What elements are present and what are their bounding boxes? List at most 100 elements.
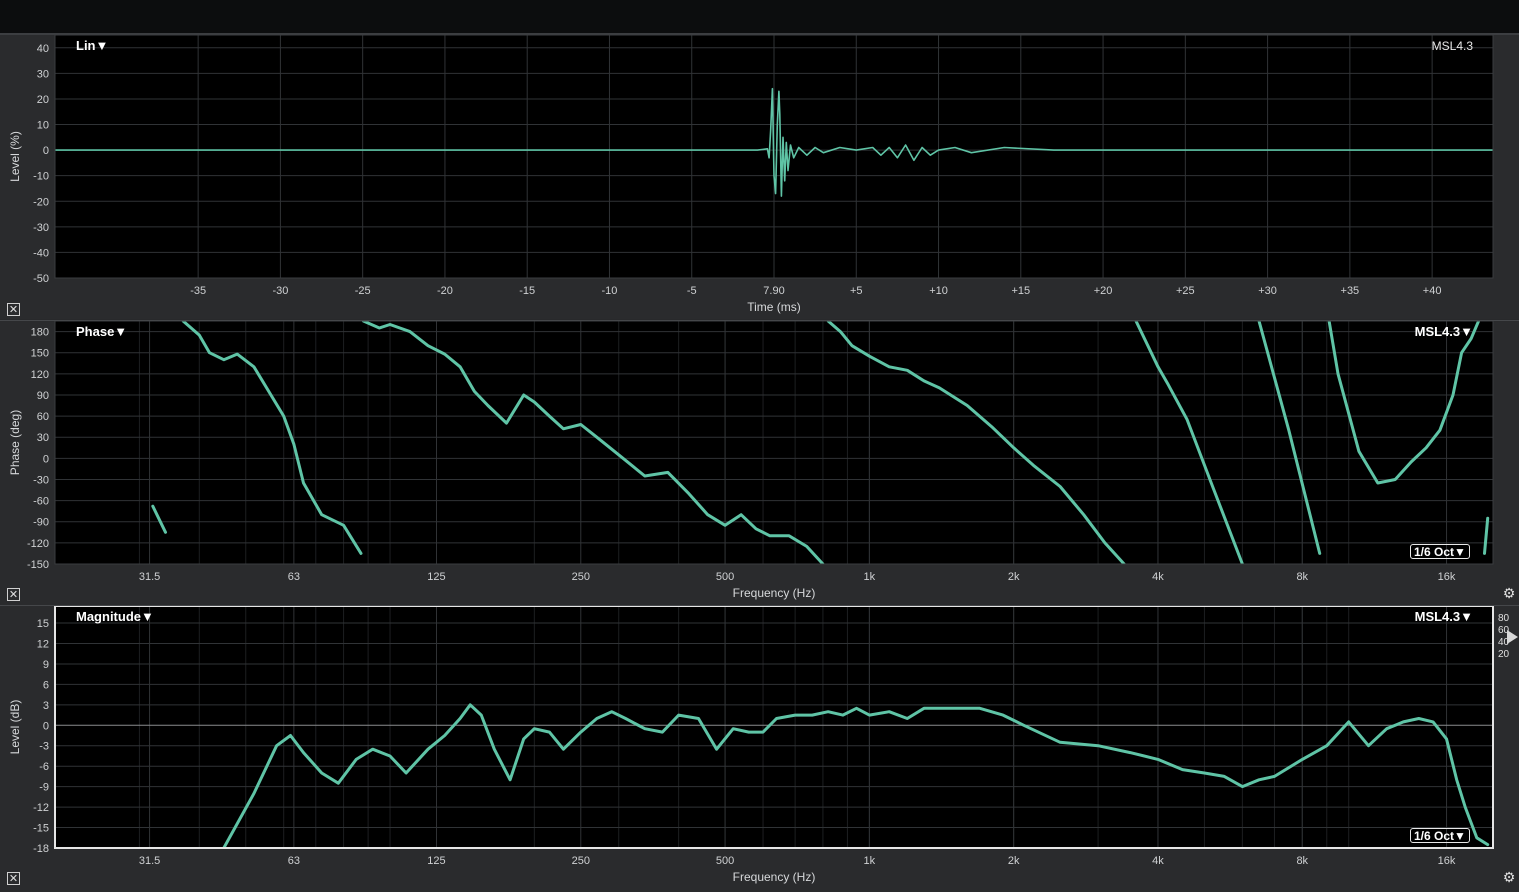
magnitude-chart[interactable]: 31.5 63 125 250 500 1k 2k 4k 8k 16k15129630-3-6-9…: [0, 606, 1519, 892]
impulse-response-chart[interactable]: -35 -30 -25 -20 -15 -10 -5 7.90 +5 +10 +15 +20 +25 +3…: [0, 35, 1519, 319]
y-tick-label: -6: [39, 761, 49, 773]
x-tick-label: +15: [1011, 285, 1030, 297]
x-axis-label: Frequency (Hz): [733, 586, 816, 600]
x-axis-label: Frequency (Hz): [733, 870, 816, 884]
measurement-label[interactable]: MSL4.3: [1432, 39, 1474, 53]
y-axis-label: Level (%): [8, 131, 22, 182]
x-tick-label: 250: [572, 855, 590, 867]
x-tick-label: 8k: [1296, 855, 1308, 867]
y-tick-label: -90: [33, 517, 49, 529]
y-tick-label: 0: [43, 720, 49, 732]
y-tick-label: 9: [43, 659, 49, 671]
x-tick-label: 125: [427, 855, 445, 867]
x-tick-label: -25: [355, 285, 371, 297]
y-tick-label: -60: [33, 496, 49, 508]
x-tick-label: 1k: [864, 571, 876, 583]
x-tick-label: 1k: [864, 855, 876, 867]
x-tick-label: 500: [716, 855, 734, 867]
y-tick-label: 0: [43, 453, 49, 465]
y-tick-label: -18: [33, 843, 49, 855]
y-tick-label: 120: [31, 369, 49, 381]
x-tick-label: 500: [716, 571, 734, 583]
x-tick-label: 125: [427, 571, 445, 583]
x-tick-label: 63: [288, 855, 300, 867]
y-axis-label: Level (dB): [8, 700, 22, 755]
y-tick-label: -15: [33, 823, 49, 835]
mode-dropdown[interactable]: Lin▼: [76, 38, 108, 53]
close-panel-icon[interactable]: ✕: [7, 872, 20, 885]
x-tick-label: +20: [1094, 285, 1113, 297]
y-tick-label: -50: [33, 273, 49, 285]
x-tick-label: 31.5: [139, 571, 160, 583]
x-tick-label: 4k: [1152, 571, 1164, 583]
x-tick-label: 2k: [1008, 571, 1020, 583]
smoothing-dropdown[interactable]: 1/6 Oct▼: [1410, 544, 1470, 559]
y-tick-label: 0: [43, 145, 49, 157]
y-tick-label: 6: [43, 679, 49, 691]
x-tick-label: 4k: [1152, 855, 1164, 867]
y-tick-label: 10: [37, 120, 49, 132]
y-tick-label: -30: [33, 474, 49, 486]
x-tick-label: 2k: [1008, 855, 1020, 867]
x-tick-label: -35: [190, 285, 206, 297]
y-axis-label: Phase (deg): [8, 410, 22, 475]
x-tick-label: +5: [850, 285, 863, 297]
y-tick-label: 60: [37, 411, 49, 423]
measurement-label[interactable]: MSL4.3▼: [1415, 324, 1473, 339]
plot-area[interactable]: [55, 321, 1493, 564]
mode-dropdown[interactable]: Phase▼: [76, 324, 127, 339]
x-tick-label: 31.5: [139, 855, 160, 867]
y-tick-label: -120: [27, 538, 49, 550]
y-tick-label: -30: [33, 222, 49, 234]
gear-icon[interactable]: ⚙: [1502, 871, 1516, 885]
y-tick-label: 20: [37, 94, 49, 106]
y-tick-label: 30: [37, 432, 49, 444]
impulse-response-panel: -35 -30 -25 -20 -15 -10 -5 7.90 +5 +10 +15 +20 +25 +3…: [0, 35, 1519, 319]
x-tick-label: -10: [602, 285, 618, 297]
mode-dropdown[interactable]: Magnitude▼: [76, 609, 154, 624]
x-tick-label: -5: [687, 285, 697, 297]
y-tick-label: -40: [33, 247, 49, 259]
y-tick-label: -9: [39, 782, 49, 794]
x-tick-label: 8k: [1296, 571, 1308, 583]
measurement-label[interactable]: MSL4.3▼: [1415, 609, 1473, 624]
x-tick-label: -30: [272, 285, 288, 297]
x-tick-label: 16k: [1438, 571, 1456, 583]
scale-label: 80: [1498, 613, 1510, 624]
scale-label: 20: [1498, 649, 1510, 660]
x-tick-label: +30: [1258, 285, 1277, 297]
top-toolbar: [0, 0, 1519, 35]
smoothing-dropdown[interactable]: 1/6 Oct▼: [1410, 828, 1470, 843]
x-tick-label: +25: [1176, 285, 1195, 297]
x-tick-label: -20: [437, 285, 453, 297]
y-tick-label: 3: [43, 700, 49, 712]
x-tick-label: 63: [288, 571, 300, 583]
x-axis-label: Time (ms): [747, 300, 801, 314]
y-tick-label: -20: [33, 196, 49, 208]
x-tick-label: -15: [519, 285, 535, 297]
gear-icon[interactable]: ⚙: [1502, 587, 1516, 601]
y-tick-label: -12: [33, 802, 49, 814]
magnitude-panel: 31.5 63 125 250 500 1k 2k 4k 8k 16k 15 12 9 6 3 0 -3 -6 -9…: [0, 605, 1519, 892]
x-tick-label: 16k: [1438, 855, 1456, 867]
y-tick-label: 180: [31, 327, 49, 339]
y-tick-label: -10: [33, 171, 49, 183]
y-tick-label: 90: [37, 390, 49, 402]
y-tick-label: 30: [37, 68, 49, 80]
close-panel-icon[interactable]: ✕: [7, 303, 20, 316]
plot-area[interactable]: [55, 606, 1493, 848]
scale-slider-handle[interactable]: [1507, 630, 1518, 644]
y-tick-label: 15: [37, 618, 49, 630]
y-tick-label: -3: [39, 741, 49, 753]
y-tick-label: 40: [37, 43, 49, 55]
y-tick-label: -150: [27, 559, 49, 571]
x-tick-label: 7.90: [763, 285, 784, 297]
phase-panel: 31.5 63 125 250 500 1k 2k 4k 8k 16k 180 150 120 90 60 3…: [0, 320, 1519, 605]
x-tick-label: +35: [1341, 285, 1360, 297]
y-tick-label: 150: [31, 348, 49, 360]
x-tick-label: +10: [929, 285, 948, 297]
x-tick-label: 250: [572, 571, 590, 583]
phase-chart[interactable]: 31.5 63 125 250 500 1k 2k 4k 8k 16k 180 150 120 90 60 3…: [0, 321, 1519, 605]
y-tick-label: 12: [37, 638, 49, 650]
close-panel-icon[interactable]: ✕: [7, 588, 20, 601]
